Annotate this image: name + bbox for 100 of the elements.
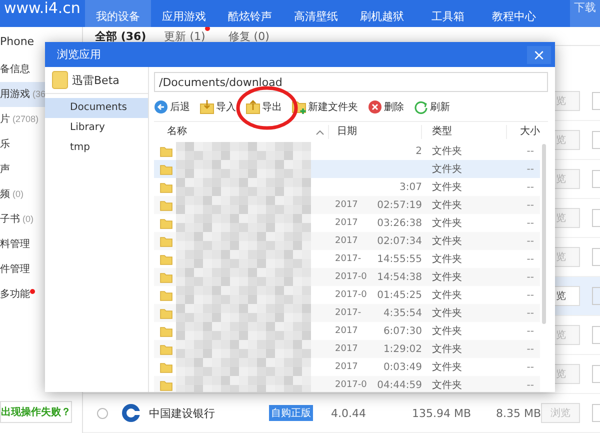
close-button[interactable]: × — [527, 46, 551, 64]
file-row[interactable]: 2017 02:07:34 文件夹 -- — [154, 232, 540, 250]
toolbar-button[interactable]: 新建文件夹 — [292, 100, 358, 114]
folder-icon — [160, 199, 173, 211]
file-row[interactable]: 2017-0 04:44:59 文件夹 -- — [154, 376, 540, 392]
radio-button[interactable] — [97, 408, 108, 418]
date-cell: 2017- — [335, 308, 362, 318]
size-cell-text: -- — [526, 236, 535, 246]
path-field[interactable]: /Documents/download — [154, 72, 548, 92]
date-cell: 2017- — [335, 254, 362, 264]
app-version: 4.0.44 — [331, 406, 367, 420]
folder-icon — [160, 289, 173, 301]
app-folder[interactable]: 迅雷Beta — [45, 67, 148, 94]
type-cell-text: 文件夹 — [431, 216, 463, 230]
nav-tab[interactable]: 工具箱 — [415, 0, 481, 27]
size-cell-text: -- — [526, 272, 535, 282]
sidebar-item[interactable]: 备信息 — [0, 57, 31, 82]
column-header[interactable]: 类型 — [422, 125, 507, 139]
toolbar-button[interactable]: 导出 — [246, 100, 282, 114]
sidebar-item[interactable]: 多功能 — [0, 282, 36, 307]
sidebar-item[interactable]: 件管理 — [0, 257, 31, 282]
time-cell: 02:57:19 — [377, 200, 422, 210]
import-icon — [200, 100, 214, 114]
time-cell: 03:26:38 — [377, 218, 422, 228]
time-cell: 0:03:49 — [383, 362, 422, 372]
device-name: Phone — [0, 34, 34, 50]
folder-item[interactable]: Documents — [45, 98, 148, 118]
sort-caret-icon — [316, 130, 324, 134]
column-header[interactable]: 名称 — [154, 125, 329, 139]
date-cell: 2017 — [335, 362, 358, 372]
size-cell-text: -- — [526, 290, 535, 300]
size-cell-text: -- — [526, 200, 535, 210]
sidebar-item[interactable]: 片 (2708) — [0, 107, 40, 132]
time-cell: 14:54:38 — [377, 272, 422, 282]
sidebar-item[interactable]: 频 (0) — [0, 182, 24, 207]
file-row[interactable]: 2017-0 01:45:25 文件夹 -- — [154, 286, 540, 304]
app-name: 中国建设银行 — [149, 406, 216, 420]
toolbar-button[interactable]: 后退 — [154, 100, 190, 114]
size-cell-text: -- — [526, 362, 535, 372]
folder-item[interactable]: Library — [45, 118, 148, 138]
nav-tab[interactable]: 我的设备 — [85, 0, 151, 27]
file-row[interactable]: 2017 6:07:30 文件夹 -- — [154, 322, 540, 340]
nav-tab[interactable]: 酷炫铃声 — [217, 0, 283, 27]
file-row[interactable]: 2017 1:29:02 文件夹 -- — [154, 340, 540, 358]
license-tag: 自购正版 — [269, 405, 313, 421]
folder-icon — [160, 361, 173, 373]
toolbar-button[interactable]: 刷新 — [414, 100, 450, 114]
time-cell: 01:45:25 — [377, 290, 422, 300]
sidebar-item[interactable]: 子书 (0) — [0, 207, 34, 232]
column-header[interactable]: 日期 — [329, 125, 422, 139]
folder-icon — [160, 217, 173, 229]
type-cell-text: 文件夹 — [431, 252, 463, 266]
type-cell-text: 文件夹 — [431, 360, 463, 374]
folder-icon — [52, 71, 68, 89]
folder-icon — [160, 379, 173, 391]
file-row[interactable]: 2017 02:57:19 文件夹 -- — [154, 196, 540, 214]
date-cell: 2017 — [335, 200, 358, 210]
type-cell-text: 文件夹 — [431, 270, 463, 284]
size-cell-text: -- — [526, 146, 535, 156]
toolbar-button[interactable]: 导入 — [200, 100, 236, 114]
time-cell: 4:35:54 — [383, 308, 422, 318]
annotation-circle — [236, 86, 298, 130]
date-cell: 2017 — [335, 326, 358, 336]
nav-tab[interactable]: 应用游戏 — [151, 0, 217, 27]
scrollbar-thumb[interactable] — [542, 144, 546, 324]
nav-tab[interactable]: 刷机越狱 — [349, 0, 415, 27]
nav-tab[interactable]: 教程中心 — [481, 0, 547, 27]
toolbar-button[interactable]: 删除 — [368, 100, 404, 114]
folder-icon — [160, 343, 173, 355]
folder-icon — [160, 181, 173, 193]
file-row[interactable]: 文件夹 -- — [154, 160, 540, 178]
filter-tab[interactable]: 全部 (36) — [95, 28, 146, 44]
filter-tab[interactable]: 修复 (0) — [228, 28, 270, 44]
folder-icon — [160, 253, 173, 265]
file-row[interactable]: 2 文件夹 -- — [154, 142, 540, 160]
type-cell-text: 文件夹 — [431, 144, 463, 158]
folder-icon — [160, 271, 173, 283]
sidebar-item[interactable]: 声 — [0, 157, 11, 182]
size-cell-text: -- — [526, 182, 535, 192]
date-cell: 2017-0 — [335, 380, 367, 390]
file-row[interactable]: 2017- 4:35:54 文件夹 -- — [154, 304, 540, 322]
size-cell-text: -- — [526, 326, 535, 336]
file-row[interactable]: 3:07 文件夹 -- — [154, 178, 540, 196]
file-row[interactable]: 2017 03:26:38 文件夹 -- — [154, 214, 540, 232]
file-row[interactable]: 2017- 14:55:55 文件夹 -- — [154, 250, 540, 268]
sidebar-item[interactable]: 料管理 — [0, 232, 31, 257]
time-cell: 3:07 — [400, 182, 422, 192]
file-row[interactable]: 2017 0:03:49 文件夹 -- — [154, 358, 540, 376]
folder-item[interactable]: tmp — [45, 138, 148, 158]
size-cell-text: -- — [526, 164, 535, 174]
app-size: 135.94 MB — [410, 406, 471, 420]
folder-icon — [160, 235, 173, 247]
nav-tab[interactable]: 高清壁纸 — [283, 0, 349, 27]
bank-logo-icon — [121, 403, 141, 423]
type-cell-text: 文件夹 — [431, 342, 463, 356]
sidebar-item[interactable]: 乐 — [0, 132, 11, 157]
size-cell-text: -- — [526, 308, 535, 318]
date-cell: 2017 — [335, 236, 358, 246]
file-row[interactable]: 2017-0 14:54:38 文件夹 -- — [154, 268, 540, 286]
date-cell: 2017-0 — [335, 290, 367, 300]
